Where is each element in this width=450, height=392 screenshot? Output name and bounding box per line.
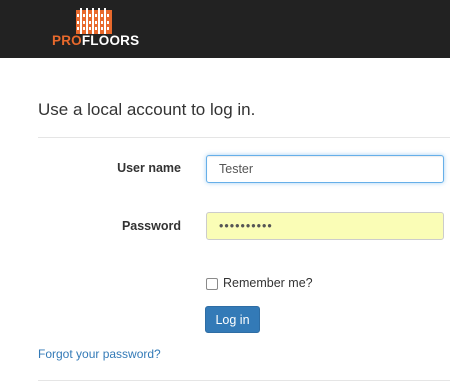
username-label: User name	[117, 161, 181, 175]
forgot-password-link[interactable]: Forgot your password?	[38, 347, 161, 361]
brand-wordmark: PROFLOORS	[52, 34, 139, 48]
page-heading: Use a local account to log in.	[38, 100, 256, 119]
divider-top	[38, 137, 450, 138]
remember-me-label[interactable]: Remember me?	[223, 276, 313, 290]
remember-me-checkbox[interactable]	[206, 278, 218, 290]
navbar: PROFLOORS	[0, 0, 450, 58]
building-logo-icon	[76, 8, 112, 34]
brand-floors-text: FLOORS	[81, 33, 140, 48]
password-input[interactable]	[206, 212, 444, 240]
divider-bottom	[38, 380, 450, 381]
brand-pro-text: PRO	[52, 33, 82, 48]
brand-logo[interactable]: PROFLOORS	[52, 8, 142, 50]
password-label: Password	[121, 219, 181, 233]
username-input[interactable]	[206, 155, 444, 183]
login-button[interactable]: Log in	[205, 306, 260, 333]
